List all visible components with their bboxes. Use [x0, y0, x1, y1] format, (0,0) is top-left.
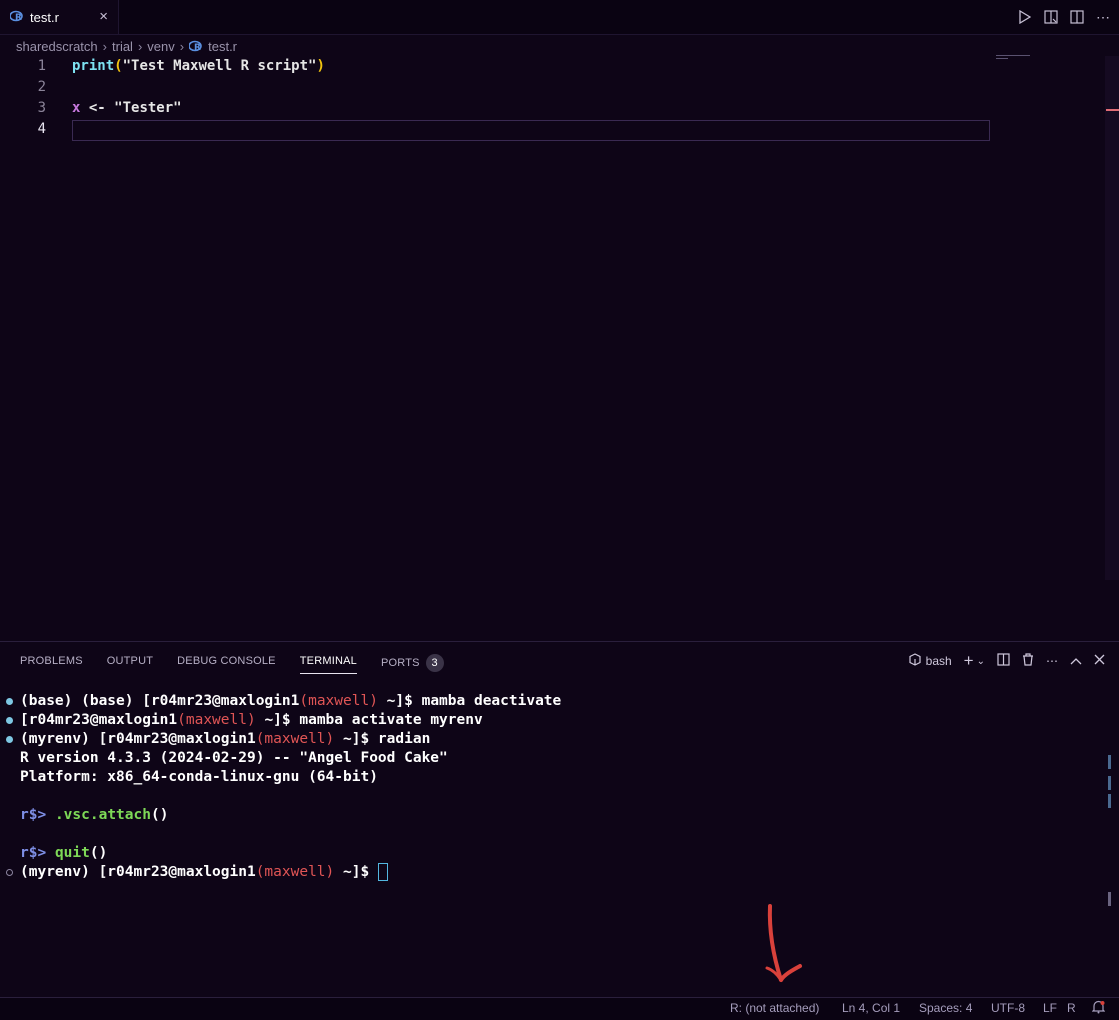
terminal-line: (base) (base) [r04mr23@maxlogin1(maxwell…	[6, 692, 561, 711]
more-actions-icon[interactable]: ⋯	[1095, 9, 1111, 25]
terminal-shell-selector[interactable]: bash	[909, 653, 952, 669]
r-file-icon: R	[9, 10, 24, 25]
code-line[interactable]: 1 print("Test Maxwell R script")	[0, 56, 988, 77]
chevron-down-icon[interactable]: ⌄	[977, 656, 985, 667]
annotation-arrow-icon	[755, 900, 815, 995]
terminal-cursor	[377, 863, 388, 881]
code-editor[interactable]: 1 print("Test Maxwell R script") 2 3 x <…	[0, 56, 1105, 640]
r-session-status[interactable]: R: (not attached)	[730, 1001, 819, 1015]
maximize-icon[interactable]	[1070, 654, 1082, 668]
terminal-line: (myrenv) [r04mr23@maxlogin1(maxwell) ~]$…	[6, 730, 561, 749]
r-file-icon: R	[189, 40, 203, 52]
indentation-setting[interactable]: Spaces: 4	[919, 1001, 972, 1015]
terminal-line: (myrenv) [r04mr23@maxlogin1(maxwell) ~]$	[6, 863, 561, 882]
paren-token: (	[114, 58, 123, 74]
line-number: 2	[37, 79, 46, 95]
code-line[interactable]: 3 x <- "Tester"	[0, 98, 988, 119]
svg-text:R: R	[15, 13, 22, 22]
close-icon[interactable]: ×	[99, 9, 108, 25]
command-pending-dot[interactable]	[6, 869, 13, 876]
trash-icon[interactable]	[1022, 653, 1034, 669]
tab-problems[interactable]: PROBLEMS	[20, 654, 83, 674]
terminal-scroll-marker	[1108, 794, 1111, 808]
minimap[interactable]	[996, 55, 1036, 63]
tab-label: test.r	[30, 9, 59, 25]
tab-ports-label: PORTS	[380, 657, 420, 669]
bell-icon[interactable]	[1091, 1000, 1106, 1017]
breadcrumb-item[interactable]: trial	[112, 39, 133, 54]
breadcrumb: sharedscratch › trial › venv › R test.r	[16, 38, 237, 54]
tab-ports[interactable]: PORTS 3	[381, 654, 444, 674]
terminal-line: Platform: x86_64-conda-linux-gnu (64-bit…	[20, 769, 378, 785]
breadcrumb-item[interactable]: venv	[147, 39, 174, 54]
terminal-scroll-marker	[1108, 755, 1111, 769]
split-editor-icon[interactable]	[1069, 9, 1085, 25]
command-success-dot[interactable]	[6, 698, 13, 705]
breadcrumb-item[interactable]: test.r	[208, 39, 237, 54]
terminal-scroll-marker	[1108, 776, 1111, 790]
terminal-scrollbar[interactable]	[1108, 892, 1111, 906]
line-number: 1	[37, 58, 46, 74]
paren-token: )	[316, 58, 325, 74]
bottom-panel: PROBLEMS OUTPUT DEBUG CONSOLE TERMINAL P…	[0, 641, 1119, 998]
tab-terminal[interactable]: TERMINAL	[299, 654, 358, 674]
code-line[interactable]: 2	[0, 77, 988, 98]
terminal-line: r$> .vsc.attach()	[20, 807, 169, 823]
close-icon[interactable]	[1094, 654, 1105, 668]
eol-setting[interactable]: LF	[1043, 1001, 1057, 1015]
chevron-right-icon: ›	[137, 38, 143, 54]
breadcrumb-item[interactable]: sharedscratch	[16, 39, 98, 54]
tab-output[interactable]: OUTPUT	[107, 654, 153, 674]
open-preview-icon[interactable]	[1043, 9, 1059, 25]
add-terminal-icon[interactable]: +	[964, 651, 974, 671]
tab-actions: ⋯	[1017, 0, 1111, 34]
scroll-marker	[1106, 109, 1119, 111]
panel-actions: bash + ⌄ ⋯	[909, 651, 1105, 671]
command-success-dot[interactable]	[6, 736, 13, 743]
split-terminal-icon[interactable]	[997, 653, 1010, 669]
shell-label: bash	[925, 654, 952, 668]
terminal-line: R version 4.3.3 (2024-02-29) -- "Angel F…	[20, 750, 448, 766]
command-success-dot[interactable]	[6, 717, 13, 724]
panel-tabs: PROBLEMS OUTPUT DEBUG CONSOLE TERMINAL P…	[20, 654, 444, 674]
more-icon[interactable]: ⋯	[1046, 654, 1058, 668]
editor-tab-bar: R test.r × ⋯	[0, 0, 1119, 35]
function-token: print	[72, 58, 115, 74]
tab-test-r[interactable]: R test.r ×	[0, 0, 119, 34]
operator-token: <-	[80, 100, 115, 116]
chevron-right-icon: ›	[179, 38, 185, 54]
language-mode[interactable]: R	[1067, 1001, 1076, 1015]
terminal-line: r$> quit()	[20, 845, 108, 861]
status-bar: R: (not attached) Ln 4, Col 1 Spaces: 4 …	[0, 997, 1119, 1020]
run-icon[interactable]	[1017, 9, 1033, 25]
string-token: "Tester"	[114, 100, 182, 116]
string-token: "Test Maxwell R script"	[122, 58, 317, 74]
editor-scrollbar[interactable]	[1105, 56, 1119, 580]
line-number: 4	[37, 121, 46, 137]
line-number: 3	[37, 100, 46, 116]
terminal-output[interactable]: (base) (base) [r04mr23@maxlogin1(maxwell…	[6, 692, 561, 882]
cursor-position[interactable]: Ln 4, Col 1	[842, 1001, 900, 1015]
chevron-right-icon: ›	[102, 38, 107, 54]
ports-count-badge: 3	[425, 654, 444, 672]
terminal-icon	[909, 653, 921, 669]
code-line[interactable]: 4	[0, 119, 988, 140]
tab-debug-console[interactable]: DEBUG CONSOLE	[177, 654, 276, 674]
terminal-line: [r04mr23@maxlogin1(maxwell) ~]$ mamba ac…	[6, 711, 561, 730]
encoding-setting[interactable]: UTF-8	[991, 1001, 1025, 1015]
svg-text:R: R	[194, 43, 201, 52]
